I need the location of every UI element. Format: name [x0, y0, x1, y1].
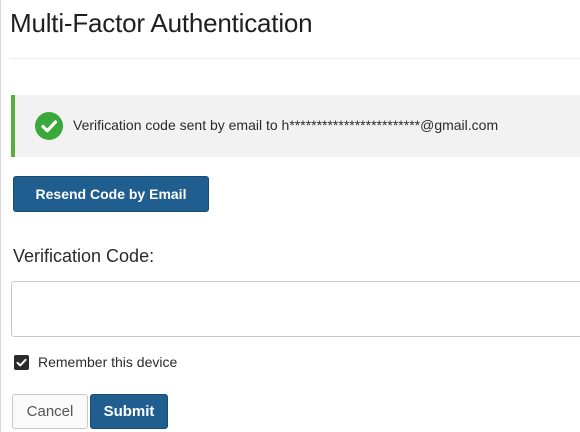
success-alert: Verification code sent by email to h****…	[11, 95, 580, 157]
page-left-border	[0, 0, 1, 432]
checkbox-checked-icon[interactable]	[14, 355, 29, 370]
cancel-button[interactable]: Cancel	[12, 394, 88, 429]
submit-button[interactable]: Submit	[90, 394, 168, 429]
verification-code-input[interactable]	[11, 281, 580, 337]
remember-device-label[interactable]: Remember this device	[38, 354, 177, 370]
title-divider	[10, 58, 580, 59]
alert-message: Verification code sent by email to h****…	[73, 117, 499, 133]
verification-code-label: Verification Code:	[13, 246, 155, 266]
resend-code-button[interactable]: Resend Code by Email	[13, 176, 209, 212]
page-title: Multi-Factor Authentication	[10, 8, 313, 38]
check-circle-icon	[35, 112, 63, 140]
mfa-page: Multi-Factor Authentication Verification…	[0, 0, 580, 432]
